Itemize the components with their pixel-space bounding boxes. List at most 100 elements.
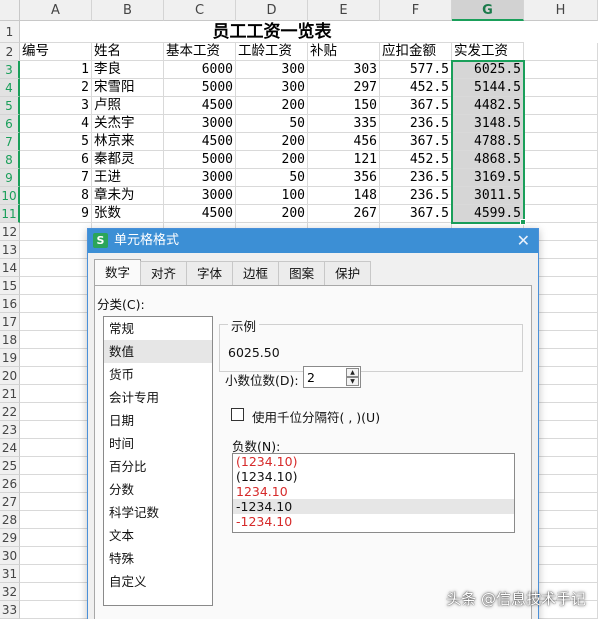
table-cell[interactable]: 3000: [164, 115, 236, 133]
table-cell[interactable]: 236.5: [380, 169, 452, 187]
selected-cell[interactable]: 3169.5: [452, 169, 524, 187]
table-cell[interactable]: 9: [20, 205, 92, 223]
table-cell[interactable]: 267: [308, 205, 380, 223]
row-header-10[interactable]: 10: [0, 187, 20, 205]
table-cell[interactable]: [20, 403, 92, 421]
table-cell[interactable]: 7: [20, 169, 92, 187]
row-header-17[interactable]: 17: [0, 313, 20, 331]
table-cell[interactable]: 150: [308, 97, 380, 115]
table-cell[interactable]: 367.5: [380, 133, 452, 151]
negative-format-option[interactable]: -1234.10: [233, 499, 514, 514]
category-item[interactable]: 数值: [104, 340, 212, 363]
column-header-f[interactable]: F: [380, 0, 452, 21]
table-cell[interactable]: 宋雪阳: [92, 79, 164, 97]
row-header-3[interactable]: 3: [0, 61, 20, 79]
table-cell[interactable]: [20, 511, 92, 529]
table-cell[interactable]: [524, 151, 598, 169]
row-header-8[interactable]: 8: [0, 151, 20, 169]
table-cell[interactable]: 121: [308, 151, 380, 169]
table-cell[interactable]: [20, 529, 92, 547]
header-cell[interactable]: 应扣金额: [380, 43, 452, 61]
row-header-4[interactable]: 4: [0, 79, 20, 97]
row-header-16[interactable]: 16: [0, 295, 20, 313]
table-cell[interactable]: [20, 583, 92, 601]
table-cell[interactable]: 236.5: [380, 187, 452, 205]
table-cell[interactable]: [524, 205, 598, 223]
table-cell[interactable]: 王进: [92, 169, 164, 187]
table-cell[interactable]: 关杰宇: [92, 115, 164, 133]
table-cell[interactable]: 50: [236, 169, 308, 187]
table-cell[interactable]: 4500: [164, 133, 236, 151]
selected-cell[interactable]: 4482.5: [452, 97, 524, 115]
category-item[interactable]: 自定义: [104, 570, 212, 593]
row-header-14[interactable]: 14: [0, 259, 20, 277]
table-cell[interactable]: 8: [20, 187, 92, 205]
selected-cell[interactable]: 4788.5: [452, 133, 524, 151]
table-cell[interactable]: 452.5: [380, 151, 452, 169]
table-cell[interactable]: 452.5: [380, 79, 452, 97]
table-cell[interactable]: [20, 277, 92, 295]
selected-cell[interactable]: 5144.5: [452, 79, 524, 97]
tab-3[interactable]: 边框: [232, 261, 280, 285]
tab-5[interactable]: 保护: [324, 261, 372, 285]
tab-4[interactable]: 图案: [278, 261, 326, 285]
row-header-23[interactable]: 23: [0, 421, 20, 439]
row-header-32[interactable]: 32: [0, 583, 20, 601]
negative-format-option[interactable]: (1234.10): [233, 469, 514, 484]
table-cell[interactable]: 4500: [164, 97, 236, 115]
row-header-15[interactable]: 15: [0, 277, 20, 295]
column-header-c[interactable]: C: [164, 0, 236, 21]
table-cell[interactable]: 6000: [164, 61, 236, 79]
table-cell[interactable]: 3000: [164, 187, 236, 205]
table-cell[interactable]: [524, 97, 598, 115]
table-cell[interactable]: 367.5: [380, 97, 452, 115]
table-cell[interactable]: [524, 187, 598, 205]
table-cell[interactable]: 卢照: [92, 97, 164, 115]
category-item[interactable]: 会计专用: [104, 386, 212, 409]
column-header-b[interactable]: B: [92, 0, 164, 21]
row-header-26[interactable]: 26: [0, 475, 20, 493]
table-cell[interactable]: 4500: [164, 205, 236, 223]
negative-format-option[interactable]: 1234.10: [233, 484, 514, 499]
table-cell[interactable]: 148: [308, 187, 380, 205]
row-header-27[interactable]: 27: [0, 493, 20, 511]
thousands-separator-label[interactable]: 使用千位分隔符( , )(U): [252, 407, 380, 426]
table-cell[interactable]: 200: [236, 133, 308, 151]
row-header-6[interactable]: 6: [0, 115, 20, 133]
negative-format-option[interactable]: (1234.10): [233, 454, 514, 469]
row-header-21[interactable]: 21: [0, 385, 20, 403]
row-header-9[interactable]: 9: [0, 169, 20, 187]
table-cell[interactable]: [20, 493, 92, 511]
category-item[interactable]: 分数: [104, 478, 212, 501]
column-header-d[interactable]: D: [236, 0, 308, 21]
table-cell[interactable]: 张数: [92, 205, 164, 223]
table-cell[interactable]: [20, 565, 92, 583]
header-cell[interactable]: 工龄工资: [236, 43, 308, 61]
category-item[interactable]: 时间: [104, 432, 212, 455]
column-header-e[interactable]: E: [308, 0, 380, 21]
row-header-5[interactable]: 5: [0, 97, 20, 115]
decimals-stepper[interactable]: ▲ ▼: [303, 366, 361, 388]
table-cell[interactable]: 李良: [92, 61, 164, 79]
table-cell[interactable]: 4: [20, 115, 92, 133]
thousands-separator-checkbox[interactable]: [231, 408, 244, 421]
table-cell[interactable]: [20, 331, 92, 349]
table-cell[interactable]: [524, 115, 598, 133]
table-cell[interactable]: 秦都灵: [92, 151, 164, 169]
category-list[interactable]: 常规 数值 货币 会计专用 日期 时间 百分比 分数 科学记数 文本 特殊 自定义: [103, 316, 213, 606]
table-cell[interactable]: 章未为: [92, 187, 164, 205]
table-cell[interactable]: 356: [308, 169, 380, 187]
table-cell[interactable]: [20, 241, 92, 259]
close-icon[interactable]: ✕: [517, 229, 530, 253]
selected-cell[interactable]: 6025.5: [452, 61, 524, 79]
row-header-18[interactable]: 18: [0, 331, 20, 349]
table-cell[interactable]: 236.5: [380, 115, 452, 133]
header-cell[interactable]: 编号: [20, 43, 92, 61]
category-item[interactable]: 货币: [104, 363, 212, 386]
decimals-input[interactable]: [304, 367, 344, 388]
table-cell[interactable]: 577.5: [380, 61, 452, 79]
table-cell[interactable]: 297: [308, 79, 380, 97]
table-cell[interactable]: [20, 457, 92, 475]
table-cell[interactable]: 300: [236, 79, 308, 97]
tab-2[interactable]: 字体: [186, 261, 234, 285]
